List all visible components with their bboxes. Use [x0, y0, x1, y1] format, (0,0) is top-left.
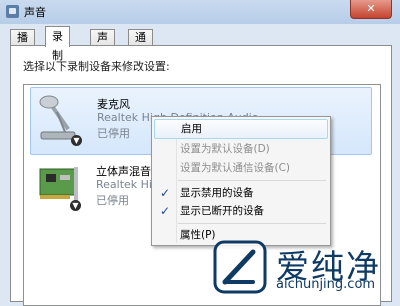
sound-app-icon [6, 5, 19, 18]
menu-item-enable[interactable]: 启用 [154, 119, 328, 139]
watermark-url: aichunjing.com [276, 277, 376, 292]
device-name: 立体声混音 [96, 165, 151, 178]
tab-communications[interactable]: 通信 [128, 29, 153, 60]
context-menu: 启用 设置为默认设备(D) 设置为默认通信设备(C) ✓ 显示禁用的设备 ✓ 显… [151, 116, 331, 246]
menu-item-show-disabled[interactable]: ✓ 显示禁用的设备 [154, 183, 328, 203]
close-button[interactable]: ✕ [350, 0, 392, 19]
device-name: 麦克风 [97, 98, 130, 111]
menu-item-set-default-comm[interactable]: 设置为默认通信设备(C) [154, 158, 328, 178]
window-title: 声音 [24, 6, 46, 19]
tab-sounds[interactable]: 声音 [90, 29, 115, 60]
menu-separator [178, 180, 326, 181]
menu-item-set-default[interactable]: 设置为默认设备(D) [154, 139, 328, 159]
watermark-logo-icon [213, 240, 267, 294]
menu-item-label: 显示禁用的设备 [180, 187, 254, 199]
title-bar: 声音 ✕ [0, 0, 400, 24]
menu-item-show-disconnected[interactable]: ✓ 显示已断开的设备 [154, 201, 328, 221]
disabled-arrow-icon: ▼ [70, 200, 81, 211]
checkmark-icon: ✓ [160, 204, 171, 218]
instruction-text: 选择以下录制设备来修改设置: [23, 60, 170, 73]
checkmark-icon: ✓ [160, 186, 171, 200]
menu-separator [178, 223, 326, 224]
tab-playback[interactable]: 播放 [10, 29, 35, 60]
tab-recording[interactable]: 录制 [45, 26, 70, 62]
device-status: 已停用 [97, 127, 130, 140]
device-status: 已停用 [96, 194, 129, 207]
menu-item-label: 显示已断开的设备 [180, 205, 264, 217]
disabled-arrow-icon: ▼ [71, 135, 82, 146]
